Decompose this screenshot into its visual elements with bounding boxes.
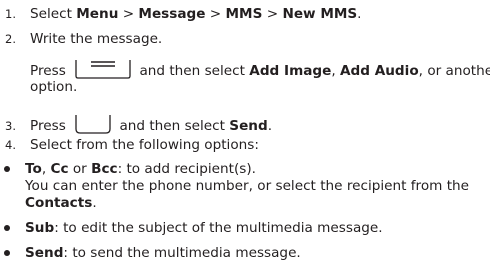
- press-text: Press: [30, 118, 66, 134]
- step-3: 3. Press and then select Send.: [5, 112, 272, 134]
- send-label: Send: [229, 118, 268, 134]
- period: .: [92, 195, 97, 211]
- add-audio-label: Add Audio: [340, 63, 419, 79]
- step-4: 4. Select from the following options:: [5, 137, 259, 153]
- send-key-icon: [75, 115, 111, 134]
- bullet-to-cc-bcc: To, Cc or Bcc: to add recipient(s).: [25, 161, 256, 177]
- bullet-description: : to send the multimedia message.: [63, 245, 301, 261]
- option-text: option.: [30, 79, 78, 95]
- step-number: 4.: [5, 138, 16, 152]
- bullet-point: [4, 250, 10, 256]
- separator: ,: [331, 63, 341, 79]
- add-image-label: Add Image: [249, 63, 332, 79]
- separator: >: [205, 6, 226, 22]
- step-text: Select: [30, 6, 77, 22]
- cc-label: Cc: [50, 161, 69, 177]
- send-option-label: Send: [25, 245, 64, 261]
- contacts-label: Contacts: [25, 195, 93, 211]
- bullet-to-cc-bcc-line2: You can enter the phone number, or selec…: [25, 178, 469, 194]
- bcc-label: Bcc: [91, 161, 118, 177]
- separator: or: [68, 161, 92, 177]
- instruction-document: 1. Select Menu > Message > MMS > New MMS.…: [0, 0, 490, 271]
- step-2-continued: option.: [30, 79, 77, 95]
- bullet-description: : to add recipient(s).: [117, 161, 256, 177]
- bullet-description: You can enter the phone number, or selec…: [25, 178, 470, 194]
- press-text: Press: [30, 63, 66, 79]
- then-select-text: and then select: [119, 118, 230, 134]
- sub-label: Sub: [25, 220, 55, 236]
- step-number: 1.: [5, 7, 16, 21]
- step-number: 2.: [5, 32, 16, 46]
- menu-key-icon: [75, 60, 131, 79]
- mms-label: MMS: [225, 6, 263, 22]
- to-label: To: [25, 161, 42, 177]
- step-number: 3.: [5, 119, 16, 133]
- then-select-text: and then select: [139, 63, 250, 79]
- message-label: Message: [138, 6, 206, 22]
- step-1: 1. Select Menu > Message > MMS > New MMS.: [5, 6, 362, 22]
- separator: >: [118, 6, 139, 22]
- period: .: [357, 6, 362, 22]
- bullet-sub: Sub: to edit the subject of the multimed…: [25, 220, 383, 236]
- bullet-send: Send: to send the multimedia message.: [25, 245, 301, 261]
- separator: >: [262, 6, 283, 22]
- bullet-description: : to edit the subject of the multimedia …: [54, 220, 383, 236]
- bullet-point: [4, 225, 10, 231]
- period: .: [267, 118, 273, 134]
- bullet-point: [4, 166, 10, 172]
- step-text: Select from the following options:: [30, 137, 259, 153]
- new-mms-label: New MMS: [282, 6, 358, 22]
- step-2-press-line: Press and then select Add Image, Add Aud…: [30, 57, 490, 79]
- step-2: 2. Write the message.: [5, 31, 162, 47]
- menu-label: Menu: [76, 6, 119, 22]
- or-another-text: , or another: [418, 63, 490, 79]
- bullet-to-cc-bcc-line3: Contacts.: [25, 195, 97, 211]
- step-text: Write the message.: [30, 31, 163, 47]
